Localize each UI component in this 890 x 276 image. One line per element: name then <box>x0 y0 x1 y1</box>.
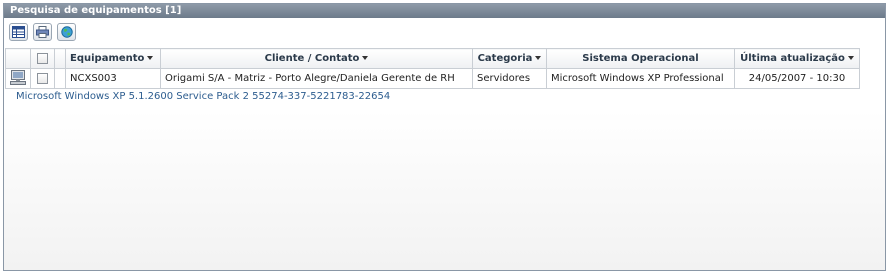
printer-icon <box>36 26 49 38</box>
header-select-all <box>30 48 55 69</box>
sort-arrow-icon <box>847 56 854 60</box>
row-select-cell <box>30 68 55 89</box>
cell-cliente-contato: Origami S/A - Matriz - Porto Alegre/Dani… <box>160 68 473 89</box>
header-ultima-atualizacao[interactable]: Última atualização <box>734 48 860 69</box>
table-row[interactable]: NCXS003 Origami S/A - Matriz - Porto Ale… <box>5 68 860 89</box>
table-view-icon <box>12 26 25 38</box>
header-equipamento[interactable]: Equipamento <box>65 48 161 69</box>
select-all-checkbox[interactable] <box>37 52 48 64</box>
row-checkbox[interactable] <box>37 72 48 84</box>
web-button[interactable] <box>57 23 76 41</box>
equipment-search-panel: Pesquisa de equipamentos [1] <box>3 3 886 271</box>
panel-title: Pesquisa de equipamentos [1] <box>4 4 885 18</box>
sort-arrow-icon <box>147 56 154 60</box>
header-cliente-contato-label: Cliente / Contato <box>264 53 360 64</box>
computer-icon <box>10 69 26 85</box>
header-icon-col <box>5 48 31 69</box>
print-button[interactable] <box>33 23 52 41</box>
cell-sistema-operacional: Microsoft Windows XP Professional <box>546 68 735 89</box>
header-equipamento-label: Equipamento <box>70 53 145 64</box>
header-ultima-atualizacao-label: Última atualização <box>740 53 845 64</box>
toolbar <box>9 23 76 43</box>
header-sistema-operacional-label: Sistema Operacional <box>582 53 699 64</box>
sort-arrow-icon <box>535 56 542 60</box>
globe-icon <box>60 26 73 38</box>
sort-arrow-icon <box>362 56 369 60</box>
cell-categoria: Servidores <box>472 68 547 89</box>
header-cliente-contato[interactable]: Cliente / Contato <box>160 48 473 69</box>
header-spacer <box>54 48 66 69</box>
table-header-row: Equipamento Cliente / Contato Categoria … <box>5 48 860 69</box>
header-categoria-label: Categoria <box>477 53 533 64</box>
header-categoria[interactable]: Categoria <box>472 48 547 69</box>
row-icon-cell <box>5 68 31 89</box>
equipment-table: Equipamento Cliente / Contato Categoria … <box>5 48 860 89</box>
row-spacer-cell <box>54 68 66 89</box>
header-sistema-operacional[interactable]: Sistema Operacional <box>546 48 735 69</box>
cell-equipamento[interactable]: NCXS003 <box>65 68 161 89</box>
row-detail-text: Microsoft Windows XP 5.1.2600 Service Pa… <box>16 91 391 102</box>
cell-ultima-atualizacao: 24/05/2007 - 10:30 <box>734 68 860 89</box>
table-view-button[interactable] <box>9 23 28 41</box>
